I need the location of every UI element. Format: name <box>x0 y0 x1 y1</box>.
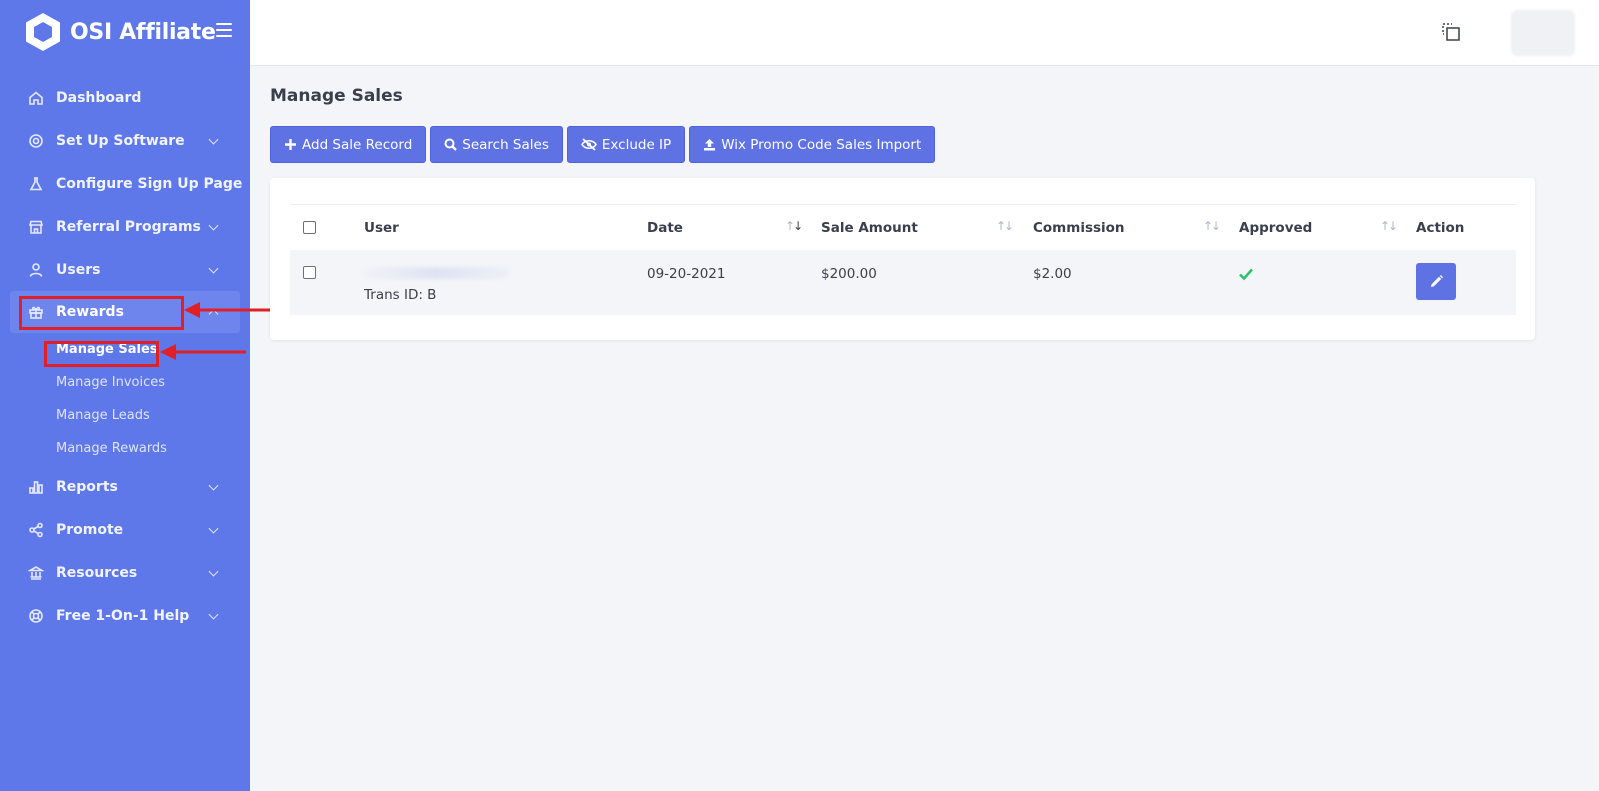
share-icon <box>28 522 44 538</box>
user-name-redacted <box>364 267 509 279</box>
sales-table-card: User Date ↑↓ Sale Amount ↑↓ Commission ↑… <box>270 178 1535 340</box>
column-header-sale-amount[interactable]: Sale Amount <box>821 220 918 236</box>
topbar <box>250 0 1599 66</box>
sort-icon[interactable]: ↑↓ <box>1203 219 1221 233</box>
sidebar-item-dashboard[interactable]: Dashboard <box>0 76 250 119</box>
approved-check-icon <box>1239 268 1253 281</box>
store-icon <box>28 219 44 235</box>
chevron-up-icon <box>208 309 219 320</box>
table-header: User Date ↑↓ Sale Amount ↑↓ Commission ↑… <box>290 204 1516 250</box>
column-header-commission[interactable]: Commission <box>1033 220 1125 236</box>
chevron-down-icon <box>208 523 219 534</box>
chevron-down-icon <box>208 220 219 231</box>
sort-icon[interactable]: ↑↓ <box>996 219 1014 233</box>
exclude-ip-button[interactable]: Exclude IP <box>566 126 686 163</box>
submenu-item-manage-invoices[interactable]: Manage Invoices <box>0 366 250 399</box>
toolbar: Add Sale Record Search Sales Exclude IP … <box>270 126 936 163</box>
button-label: Exclude IP <box>601 136 672 153</box>
brand[interactable]: OSI Affiliate <box>24 12 216 52</box>
chevron-down-icon <box>208 480 219 491</box>
gear-icon <box>28 133 44 149</box>
fullscreen-icon[interactable] <box>1441 22 1461 42</box>
sidebar-item-referral-programs[interactable]: Referral Programs <box>0 205 250 248</box>
osi-logo-icon <box>26 13 60 51</box>
trans-id: Trans ID: B <box>364 287 437 303</box>
search-sales-button[interactable]: Search Sales <box>430 126 563 163</box>
gift-icon <box>28 304 44 320</box>
sidebar-item-label: Set Up Software <box>56 132 185 149</box>
menu-toggle-icon[interactable] <box>216 23 232 37</box>
upload-icon <box>703 138 716 151</box>
column-header-user[interactable]: User <box>364 220 399 236</box>
submenu-item-manage-rewards[interactable]: Manage Rewards <box>0 432 250 465</box>
sidebar-nav: Dashboard Set Up Software Configure Sign… <box>0 76 250 637</box>
sidebar-item-resources[interactable]: Resources <box>0 551 250 594</box>
button-label: Search Sales <box>462 136 549 153</box>
sale-amount: $200.00 <box>821 266 877 282</box>
select-all-checkbox[interactable] <box>303 221 316 234</box>
table-row: Trans ID: B 09-20-2021 $200.00 $2.00 <box>290 250 1516 315</box>
sidebar-item-label: Users <box>56 261 101 278</box>
sale-date: 09-20-2021 <box>647 266 726 282</box>
eye-slash-icon <box>580 138 597 151</box>
sidebar-item-label: Reports <box>56 478 118 495</box>
button-label: Wix Promo Code Sales Import <box>721 136 922 153</box>
rewards-submenu: Manage Sales Manage Invoices Manage Lead… <box>0 333 250 465</box>
sidebar-item-reports[interactable]: Reports <box>0 465 250 508</box>
home-icon <box>28 90 44 106</box>
bar-chart-icon <box>28 479 44 495</box>
flask-icon <box>28 176 44 192</box>
submenu-item-manage-sales[interactable]: Manage Sales <box>0 333 250 366</box>
edit-sale-button[interactable] <box>1416 263 1456 300</box>
sidebar-item-promote[interactable]: Promote <box>0 508 250 551</box>
sidebar-item-free-help[interactable]: Free 1-On-1 Help <box>0 594 250 637</box>
bank-icon <box>28 565 44 581</box>
sidebar-item-users[interactable]: Users <box>0 248 250 291</box>
wix-promo-import-button[interactable]: Wix Promo Code Sales Import <box>689 126 936 163</box>
sidebar-item-label: Configure Sign Up Page <box>56 175 243 192</box>
sidebar-item-label: Promote <box>56 521 124 538</box>
column-header-date[interactable]: Date <box>647 220 683 236</box>
sidebar-item-label: Referral Programs <box>56 218 201 235</box>
column-header-approved[interactable]: Approved <box>1239 220 1312 236</box>
brand-name: OSI Affiliate <box>70 19 216 45</box>
add-sale-record-button[interactable]: Add Sale Record <box>270 126 427 163</box>
main-content: Manage Sales Add Sale Record Search Sale… <box>250 66 1599 791</box>
chevron-down-icon <box>208 566 219 577</box>
sidebar-item-label: Free 1-On-1 Help <box>56 607 190 624</box>
user-icon <box>28 262 44 278</box>
sidebar-item-label: Dashboard <box>56 89 142 106</box>
commission: $2.00 <box>1033 266 1072 282</box>
sort-icon[interactable]: ↑↓ <box>1380 219 1398 233</box>
chevron-down-icon <box>208 609 219 620</box>
sidebar-item-label: Resources <box>56 564 138 581</box>
sort-desc-icon[interactable]: ↑↓ <box>785 219 803 233</box>
sidebar-item-configure-sign-up-page[interactable]: Configure Sign Up Page <box>0 162 250 205</box>
pencil-icon <box>1430 275 1443 287</box>
chevron-down-icon <box>208 134 219 145</box>
sidebar-item-label: Rewards <box>56 304 124 320</box>
sidebar-item-rewards[interactable]: Rewards <box>10 291 240 333</box>
search-icon <box>444 138 458 151</box>
button-label: Add Sale Record <box>302 136 413 153</box>
avatar[interactable] <box>1511 10 1575 56</box>
column-header-action: Action <box>1416 220 1465 236</box>
sidebar-item-set-up-software[interactable]: Set Up Software <box>0 119 250 162</box>
submenu-item-manage-leads[interactable]: Manage Leads <box>0 399 250 432</box>
sidebar: OSI Affiliate Dashboard Set Up Software … <box>0 0 250 791</box>
plus-icon <box>284 138 297 151</box>
page-title: Manage Sales <box>270 86 403 106</box>
sales-table: User Date ↑↓ Sale Amount ↑↓ Commission ↑… <box>290 204 1516 315</box>
row-checkbox[interactable] <box>303 266 316 279</box>
chevron-down-icon <box>208 263 219 274</box>
lifebuoy-icon <box>28 608 44 624</box>
